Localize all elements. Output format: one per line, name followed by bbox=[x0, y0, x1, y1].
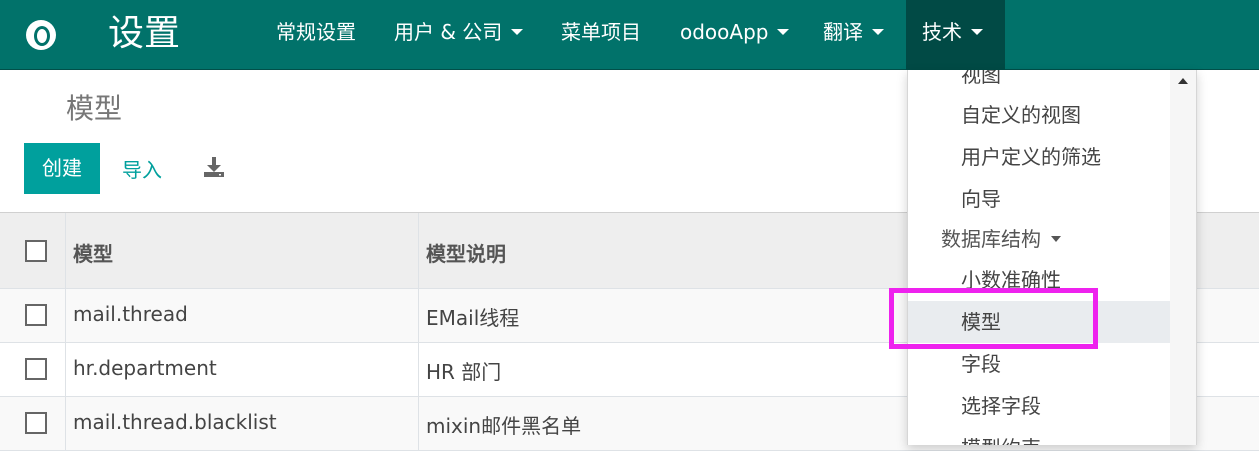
select-all-checkbox[interactable] bbox=[25, 240, 47, 262]
column-divider bbox=[418, 213, 419, 288]
scroll-up-arrow-icon[interactable] bbox=[1178, 78, 1188, 84]
cell-model: mail.thread bbox=[73, 302, 188, 326]
column-divider bbox=[418, 397, 419, 450]
cell-description: HR 部门 bbox=[426, 360, 502, 384]
create-button[interactable]: 创建 bbox=[24, 143, 100, 194]
menu-item-fields[interactable]: 字段 bbox=[908, 343, 1170, 385]
menu-section-database-structure[interactable]: 数据库结构 bbox=[908, 218, 1170, 260]
nav-item-label: 菜单项目 bbox=[561, 20, 641, 44]
menu-item-custom-views[interactable]: 自定义的视图 bbox=[908, 94, 1170, 136]
column-divider bbox=[65, 397, 66, 450]
row-checkbox[interactable] bbox=[25, 358, 47, 380]
nav-item-label: 用户 & 公司 bbox=[394, 20, 503, 44]
import-button[interactable]: 导入 bbox=[122, 154, 162, 183]
top-navbar: 设置 常规设置 用户 & 公司 菜单项目 odooApp 翻译 技术 bbox=[0, 0, 1259, 70]
row-checkbox[interactable] bbox=[25, 412, 47, 434]
nav-item-users-companies[interactable]: 用户 & 公司 bbox=[394, 0, 524, 70]
nav-item-menu-items[interactable]: 菜单项目 bbox=[561, 0, 641, 70]
nav-item-label: 常规设置 bbox=[276, 20, 356, 44]
menu-item-user-filters[interactable]: 用户定义的筛选 bbox=[908, 136, 1170, 178]
column-divider bbox=[65, 213, 66, 288]
nav-item-label: odooApp bbox=[680, 20, 769, 44]
nav-item-label: 技术 bbox=[922, 20, 962, 44]
menu-section-label: 数据库结构 bbox=[941, 227, 1041, 251]
nav-item-label: 翻译 bbox=[823, 20, 863, 44]
caret-down-icon bbox=[777, 28, 790, 35]
nav-item-technical[interactable]: 技术 bbox=[906, 0, 1005, 70]
nav-item-odooapp[interactable]: odooApp bbox=[680, 0, 790, 70]
caret-down-icon bbox=[1051, 235, 1061, 242]
technical-dropdown-menu: 视图 自定义的视图 用户定义的筛选 向导 数据库结构 小数准确性 模型 字段 选… bbox=[907, 70, 1197, 445]
caret-down-icon bbox=[971, 28, 983, 35]
page-title: 模型 bbox=[66, 92, 123, 125]
cell-model: mail.thread.blacklist bbox=[73, 410, 277, 434]
column-divider bbox=[65, 343, 66, 396]
nav-item-translations[interactable]: 翻译 bbox=[823, 0, 884, 70]
column-header-model[interactable]: 模型 bbox=[73, 238, 113, 267]
column-header-description[interactable]: 模型说明 bbox=[426, 238, 506, 267]
caret-down-icon bbox=[511, 28, 524, 35]
menu-item-wizards[interactable]: 向导 bbox=[908, 178, 1170, 220]
caret-down-icon bbox=[872, 28, 884, 35]
download-icon[interactable] bbox=[202, 155, 226, 179]
app-title: 设置 bbox=[108, 13, 181, 54]
menu-item-views[interactable]: 视图 bbox=[908, 70, 1170, 96]
column-divider bbox=[65, 289, 66, 342]
menu-item-model-constraints[interactable]: 模型约束 bbox=[908, 427, 1170, 445]
column-divider bbox=[418, 343, 419, 396]
nav-item-general-settings[interactable]: 常规设置 bbox=[276, 0, 356, 70]
cell-description: EMail线程 bbox=[426, 306, 520, 330]
menu-scrollbar[interactable] bbox=[1170, 70, 1196, 445]
odoo-logo-icon[interactable] bbox=[26, 20, 56, 50]
highlight-annotation-box bbox=[889, 288, 1098, 349]
cell-model: hr.department bbox=[73, 356, 217, 380]
cell-description: mixin邮件黑名单 bbox=[426, 414, 582, 438]
row-checkbox[interactable] bbox=[25, 304, 47, 326]
column-divider bbox=[418, 289, 419, 342]
menu-item-selection-fields[interactable]: 选择字段 bbox=[908, 385, 1170, 427]
